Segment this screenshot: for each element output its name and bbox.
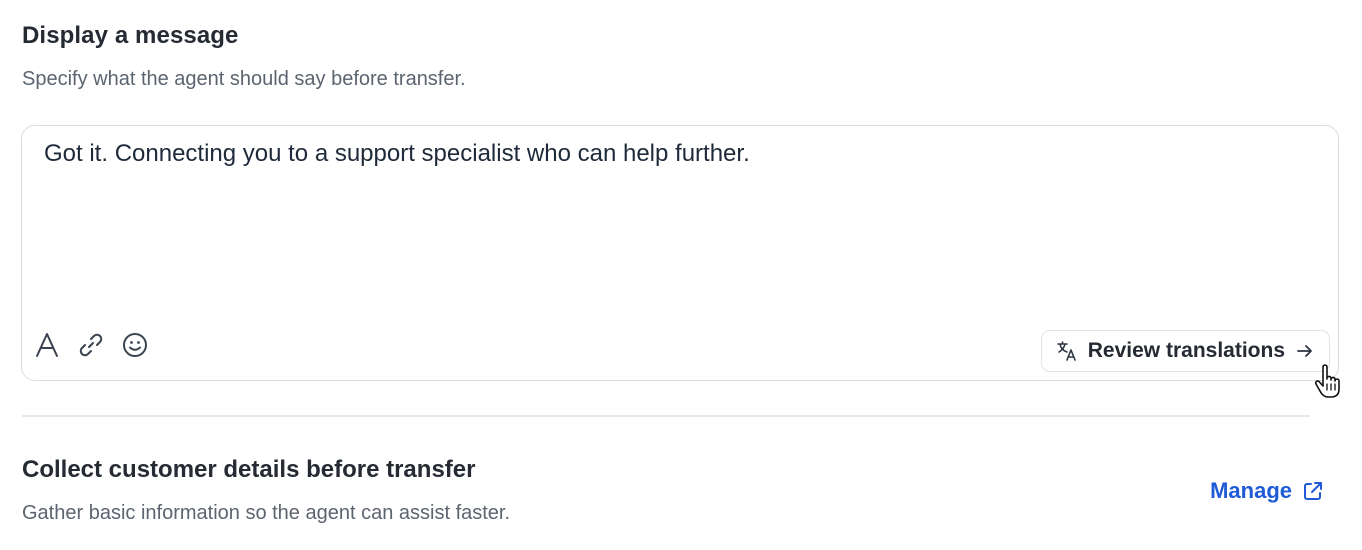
message-editor-text[interactable]: Got it. Connecting you to a support spec… bbox=[44, 140, 750, 168]
hand-cursor-icon bbox=[1314, 364, 1340, 398]
insert-emoji-button[interactable] bbox=[120, 330, 150, 360]
collect-section-title: Collect customer details before transfer bbox=[22, 456, 476, 483]
section-divider bbox=[22, 415, 1310, 417]
external-link-icon bbox=[1304, 482, 1322, 500]
emoji-icon bbox=[123, 333, 147, 357]
review-translations-label: Review translations bbox=[1087, 339, 1285, 362]
manage-link-label: Manage bbox=[1210, 478, 1292, 503]
manage-link[interactable]: Manage bbox=[1210, 478, 1324, 504]
message-editor[interactable]: Got it. Connecting you to a support spec… bbox=[21, 125, 1339, 381]
arrow-right-icon bbox=[1297, 345, 1312, 357]
insert-link-button[interactable] bbox=[76, 330, 106, 360]
text-format-icon bbox=[36, 333, 58, 357]
review-translations-button[interactable]: Review translations bbox=[1040, 330, 1330, 372]
link-icon bbox=[79, 333, 103, 357]
collect-section-subtitle: Gather basic information so the agent ca… bbox=[22, 502, 511, 524]
editor-toolbar bbox=[32, 330, 150, 360]
translate-icon bbox=[1056, 341, 1076, 361]
message-section-title: Display a message bbox=[22, 22, 239, 49]
text-format-button[interactable] bbox=[32, 330, 62, 360]
message-section-subtitle: Specify what the agent should say before… bbox=[22, 68, 466, 90]
